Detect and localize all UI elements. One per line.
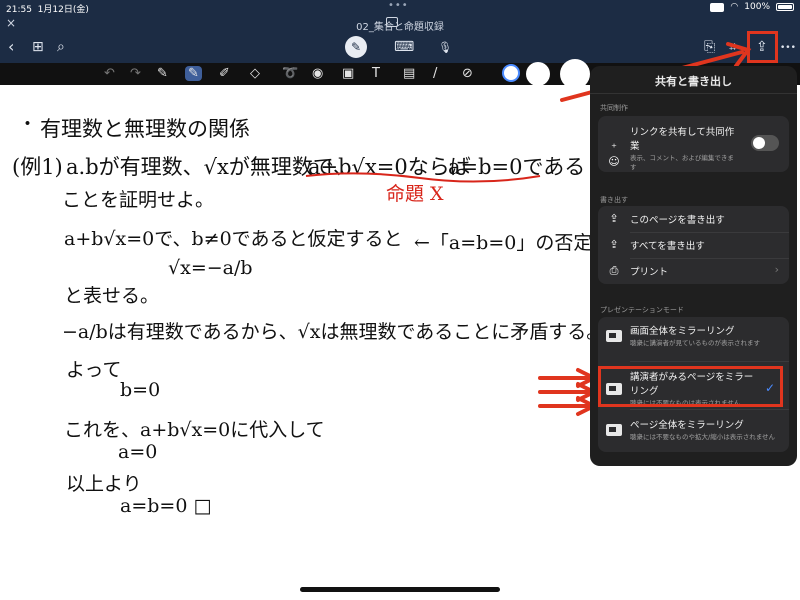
mirror-page-icon [606,423,622,436]
note-example-label: (例1) [12,155,63,179]
mirror-page-row[interactable]: ページ全体をミラーリング 聴衆には不要なものや拡大/縮小は表示されません [598,417,789,442]
ruler-icon[interactable]: ⊘ [462,66,473,81]
note-line1-c: a=b=0である [448,155,586,179]
note-line7: よって [66,359,122,381]
note-line3: a+b√x=0で、b≠0であると仮定すると [64,228,403,250]
more-icon[interactable]: ••• [780,43,796,53]
export-all-label: すべてを書き出す [630,241,705,252]
multitask-dots[interactable]: ••• [388,0,409,11]
shapes-icon[interactable]: ◇ [250,66,260,81]
color-swatch-2[interactable] [526,62,550,86]
row-divider [630,361,789,362]
laser-pointer-icon[interactable]: / [433,66,437,81]
row-divider [630,258,789,259]
export-page-label: このページを書き出す [630,215,725,226]
add-page-icon[interactable]: ⎘ [704,39,715,55]
share-link-label: リンクを共有して共同作業 [630,127,735,152]
status-right: ◠ 100% [710,2,794,12]
export-group: ⇪ このページを書き出す ⇪ すべてを書き出す ⎙ プリント › [598,206,789,284]
undo-icon[interactable]: ↶ [104,66,115,81]
back-icon[interactable]: ‹ [8,37,14,56]
battery-icon [776,3,794,11]
note-red-remark: 命題 X [386,183,444,205]
color-swatch-1[interactable] [502,64,520,82]
text-box-icon[interactable]: T [372,66,380,81]
bookmark-icon[interactable]: ⌗ [729,39,737,55]
popover-title: 共有と書き出し [655,75,732,88]
mirror-screen-row[interactable]: 画面全体をミラーリング 聴衆に講演者が見ているものが表示されます [598,323,789,348]
note-line8: b=0 [120,379,161,401]
note-heading: 有理数と無理数の関係 [40,117,250,141]
share-link-toggle[interactable] [751,135,779,151]
note-line5: と表せる。 [64,285,160,307]
note-line12: a=b=0 □ [120,495,212,517]
pen-tool-icon[interactable]: ✎ [157,66,168,81]
status-bar: 21:55 1月12日(金) ••• ◠ 100% [0,0,800,15]
printer-icon: ⎙ [609,264,619,277]
wifi-icon: ◠ [730,2,739,12]
chevron-right-icon: › [774,263,779,276]
export-page-icon: ⇪ [609,212,619,225]
section-collab-label: 共同制作 [600,104,628,112]
add-person-icon: ⁺☺ [608,141,620,168]
mirror-screen-sub: 聴衆に講演者が見ているものが表示されます [630,339,760,347]
note-line6: −a/bは有理数であるから、√xは無理数であることに矛盾する。 [62,321,606,343]
print-label: プリント [630,267,669,278]
highlighter-icon[interactable]: ✐ [219,66,230,81]
share-link-sub: 表示、コメント、および編集できます [630,154,734,171]
note-line10: a=0 [118,441,158,463]
split-view-icon[interactable] [386,17,398,27]
note-line3-right: ←「a=b=0」の否定は [414,232,612,254]
export-all-icon: ⇪ [609,238,619,251]
document-title: 02_集合と命題収録 [356,22,444,33]
row-divider [630,409,789,410]
element-icon[interactable]: ◉ [312,66,323,81]
note-line2: ことを証明せよ。 [62,189,215,211]
lasso-icon[interactable]: ➰ [282,66,298,81]
keyboard-icon[interactable]: ⌨ [394,39,414,55]
print-row[interactable]: ⎙ プリント [598,264,789,278]
camera-icon[interactable]: ▤ [403,66,415,81]
eraser-pen-tool-icon[interactable]: ✎ [185,66,202,81]
share-highlight-box [747,31,778,63]
export-all-row[interactable]: ⇪ すべてを書き出す [598,238,789,252]
note-line9: これを、a+b√x=0に代入して [64,419,325,441]
section-present-label: プレゼンテーションモード [600,306,684,314]
export-page-row[interactable]: ⇪ このページを書き出す [598,212,789,226]
battery-percent: 100% [744,2,770,12]
pen-mode-icon[interactable]: ✎ [345,36,367,58]
row-divider [630,232,789,233]
microphone-icon[interactable]: 🎙 [438,41,452,54]
popover-separator [590,93,797,94]
redo-icon[interactable]: ↷ [130,66,141,81]
note-line11: 以上より [66,473,142,495]
mirror-page-sub: 聴衆には不要なものや拡大/縮小は表示されません [630,433,775,441]
grid-icon[interactable]: ⊞ [32,39,44,55]
mirror-screen-label: 画面全体をミラーリング [630,326,735,337]
nav-bar: ‹ ⊞ ⌕ ✎ ⌨ 🎙 ⎘ ⌗ ⇪ ••• [0,33,800,63]
section-export-label: 書き出す [600,196,628,204]
mirror-page-label: ページ全体をミラーリング [630,420,744,431]
collab-group: ⁺☺ リンクを共有して共同作業 表示、コメント、および編集できます [598,116,789,172]
home-indicator[interactable] [300,587,500,592]
screen-mirroring-icon [710,2,725,12]
image-icon[interactable]: ▣ [342,66,354,81]
title-bar: × 02_集合と命題収録 [0,14,800,33]
mirror-screen-icon [606,329,622,342]
mirror-presenter-highlight-box [598,366,783,407]
note-line4: √x=−a/b [168,257,253,279]
search-icon[interactable]: ⌕ [57,39,65,55]
note-line1-b: a+b√x=0ならば [308,155,471,179]
note-bullet: ・ [18,113,38,135]
